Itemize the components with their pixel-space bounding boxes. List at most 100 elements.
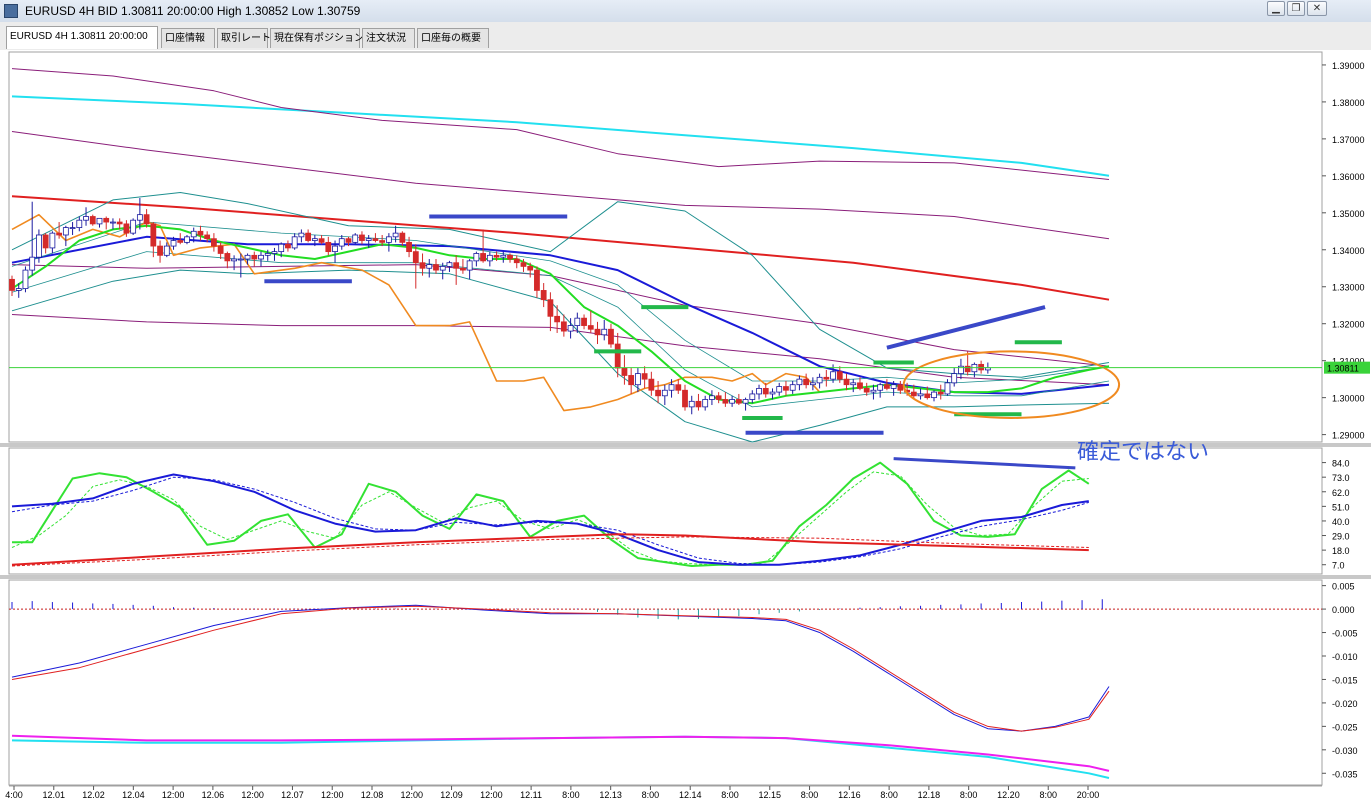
candle-body [392,232,399,238]
time-axis-tick-label: 12.08 [361,790,384,800]
candle-body [116,221,123,225]
candle-body [964,365,971,373]
time-axis-tick-label: 12.20 [997,790,1020,800]
candle-body [359,234,365,241]
candle-body [197,230,204,236]
tab-account-info[interactable]: 口座情報 [161,28,215,48]
tab-positions[interactable]: 現在保有ポジション [270,28,364,48]
candle-body [150,223,157,247]
candle-body [809,382,816,386]
candle-body [466,260,473,271]
tab-orders[interactable]: 注文状況 [362,28,415,48]
candle-body [870,389,877,393]
candle-body [285,243,291,249]
candle-body [836,371,843,380]
candle-body [291,236,298,249]
candle-body [22,269,29,289]
candle-body [843,378,850,386]
minimize-button[interactable]: ▁ [1267,1,1285,16]
candle-body [554,315,561,323]
candle-body [110,221,116,224]
time-axis-tick-label: 12.04 [122,790,145,800]
pane-separator [0,575,1371,579]
time-axis-tick-label: 12.18 [918,790,941,800]
time-axis-tick-label: 8:00 [562,790,580,800]
tab-rates[interactable]: 取引レート [217,28,271,48]
time-axis-tick-label: 12:00 [401,790,424,800]
candle-body [513,258,520,264]
time-axis-tick-label: 12.06 [202,790,225,800]
price-axis-tick-label: 1.29000 [1332,431,1365,441]
time-axis-tick-label: 12.01 [43,790,66,800]
macd-axis-tick-label: 0.005 [1332,582,1355,592]
candle-body [608,328,614,345]
time-axis-tick-label: 8:00 [880,790,898,800]
candle-body [278,243,285,253]
candle-body [237,258,244,261]
candle-body [224,253,231,262]
candle-body [318,238,325,243]
candle-body [917,393,924,397]
candle-body [682,389,688,408]
candle-body [816,376,823,384]
candle-body [581,317,587,326]
restore-button[interactable]: ❐ [1287,1,1305,16]
candle-body [446,262,453,267]
candle-body [729,399,736,404]
candle-body [15,288,22,291]
time-axis-tick-label: 12.09 [440,790,463,800]
candle-body [540,290,547,301]
candle-body [924,393,931,399]
price-axis-tick-label: 1.33000 [1332,283,1365,293]
candle-body [897,384,904,391]
candle-body [453,262,460,269]
tab-chart[interactable]: EURUSD 4H 1.30811 20:00:00 [6,26,158,49]
candle-body [877,384,884,391]
candle-body [338,238,345,247]
candle-body [978,363,985,371]
macd-axis-tick-label: -0.010 [1332,652,1358,662]
candle-body [177,240,184,243]
candle-body [372,238,379,241]
candle-body [460,267,466,271]
candle-body [749,393,756,400]
candle-body [210,238,217,247]
candle-body [96,217,103,225]
stoch-axis-tick-label: 73.0 [1332,473,1350,483]
candle-body [136,214,143,221]
close-button[interactable]: ✕ [1307,1,1327,16]
candle-body [527,266,534,271]
candle-body [675,384,682,391]
candle-body [587,325,594,330]
stoch-axis-tick-label: 7.0 [1332,561,1345,571]
candle-body [49,232,56,249]
candle-body [486,254,493,262]
chart-area[interactable]: 1.39000 1.38000 1.37000 1.36000 1.35000 1.340… [0,50,1371,809]
candle-body [688,400,695,408]
candle-body [520,262,527,267]
candle-body [9,278,15,291]
tab-account-summary[interactable]: 口座毎の概要 [417,28,489,48]
candle-body [621,367,628,376]
candle-body [130,219,137,234]
macd-axis-tick-label: 0.000 [1332,605,1355,615]
candle-body [399,232,406,243]
candle-body [251,254,258,260]
time-axis-tick-label: 12:00 [480,790,503,800]
candle-body [702,399,709,408]
candle-body [655,389,661,397]
candle-body [42,234,49,249]
macd-pane-frame [8,579,1323,786]
candle-body [783,386,789,391]
chart-svg[interactable]: 1.39000 1.38000 1.37000 1.36000 1.35000 1.340… [0,50,1371,809]
candle-body [29,256,36,271]
candle-body [258,254,264,260]
candle-body [951,373,958,384]
current-price-label: 1.30811 [1327,364,1359,374]
candle-body [534,269,540,291]
time-axis-tick-label: 8:00 [721,790,739,800]
candle-body [567,325,574,332]
time-axis-tick-label: 8:00 [642,790,660,800]
candle-body [601,328,608,336]
price-axis-tick-label: 1.35000 [1332,209,1365,219]
